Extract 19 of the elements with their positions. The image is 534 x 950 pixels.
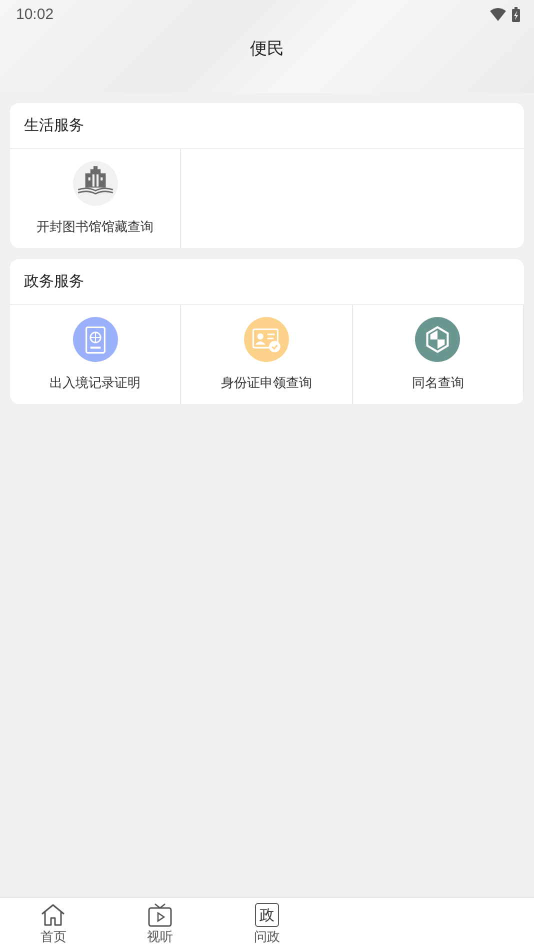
library-building-icon: [72, 161, 118, 206]
service-item[interactable]: 身份证申领查询: [181, 305, 353, 404]
tv-play-icon: [147, 902, 174, 926]
nav-tab[interactable]: 首页: [0, 898, 107, 950]
wifi-icon: [490, 8, 506, 20]
battery-icon: [512, 6, 520, 22]
status-time: 10:02: [16, 6, 54, 22]
home-icon: [40, 902, 66, 926]
zheng-icon: 政: [254, 902, 279, 926]
passport-icon: [72, 317, 118, 362]
nav-tab[interactable]: 视听: [106, 898, 214, 950]
page-title: 便民: [250, 38, 284, 60]
service-item[interactable]: 开封图书馆馆藏查询: [10, 149, 182, 248]
service-item[interactable]: 出入境记录证明: [10, 305, 182, 404]
nav-tab[interactable]: 政 问政: [214, 898, 320, 950]
section-title: 政务服务: [24, 272, 84, 291]
id-card-icon: [244, 317, 289, 362]
section-title: 生活服务: [24, 116, 84, 135]
service-item[interactable]: 同名查询: [352, 305, 524, 404]
